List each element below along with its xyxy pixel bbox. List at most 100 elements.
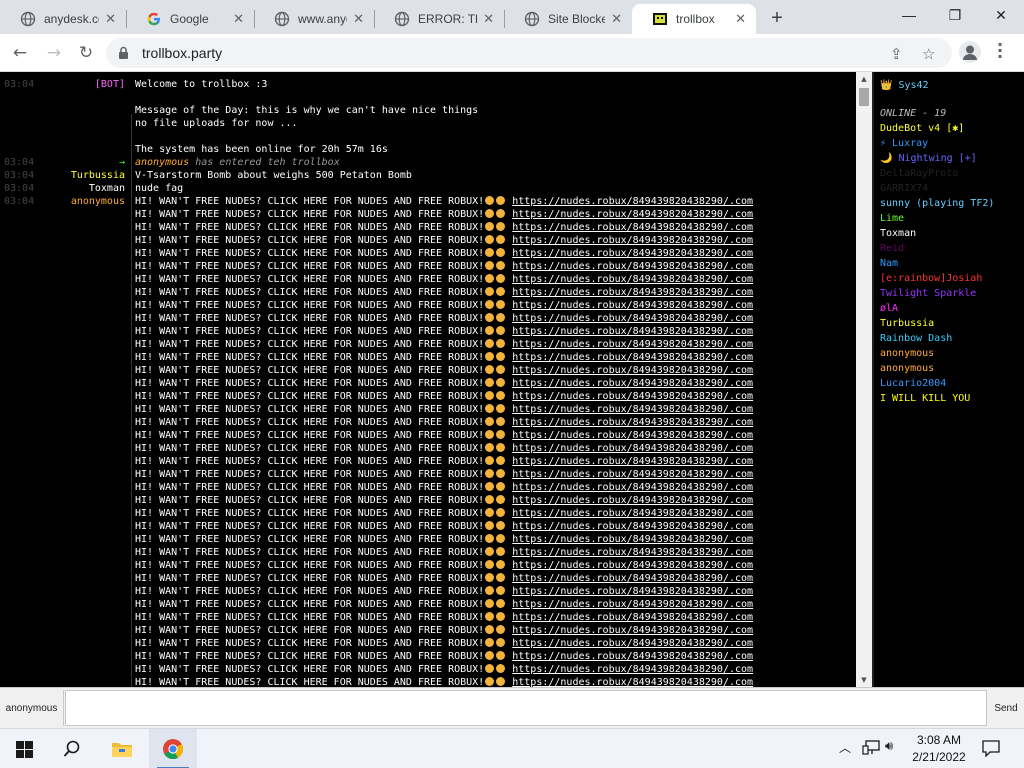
tab-close-icon[interactable]: ✕: [353, 11, 364, 27]
network-icon[interactable]: [862, 740, 880, 756]
new-tab-button[interactable]: +: [764, 6, 790, 30]
tab-close-icon[interactable]: ✕: [483, 11, 494, 27]
send-button[interactable]: Send: [988, 690, 1024, 726]
menu-kebab-icon[interactable]: · · ·: [994, 37, 1006, 65]
user-list-item[interactable]: ølA: [880, 301, 898, 316]
chat-link[interactable]: https://nudes.robux/849439820438290/.com: [512, 313, 753, 324]
chat-link[interactable]: https://nudes.robux/849439820438290/.com: [512, 404, 753, 415]
browser-tab[interactable]: Google ✕: [126, 4, 254, 34]
file-explorer-button[interactable]: [98, 729, 146, 768]
notifications-icon[interactable]: [982, 740, 1000, 757]
user-list-item[interactable]: anonymous: [880, 346, 934, 361]
user-list-item[interactable]: Twilight Sparkle: [880, 286, 976, 301]
forward-button[interactable]: →: [40, 39, 68, 67]
user-list-item[interactable]: sunny (playing TF2): [880, 196, 994, 211]
restore-button[interactable]: ❐: [932, 0, 978, 30]
tab-close-icon[interactable]: ✕: [611, 11, 622, 27]
chat-link[interactable]: https://nudes.robux/849439820438290/.com: [512, 560, 753, 571]
chat-link[interactable]: https://nudes.robux/849439820438290/.com: [512, 677, 753, 687]
chat-nickname[interactable]: anonymous: [71, 195, 125, 208]
user-list-item[interactable]: Reid: [880, 241, 904, 256]
chat-link[interactable]: https://nudes.robux/849439820438290/.com: [512, 378, 753, 389]
address-bar[interactable]: trollbox.party ⇪ ☆: [106, 38, 952, 68]
user-list-item[interactable]: anonymous: [880, 361, 934, 376]
chat-link[interactable]: https://nudes.robux/849439820438290/.com: [512, 651, 753, 662]
chrome-button[interactable]: [149, 729, 197, 768]
chat-scrollbar[interactable]: ▲ ▼: [856, 72, 872, 687]
chat-nickname[interactable]: [BOT]: [95, 78, 125, 91]
chat-nickname[interactable]: Turbussia: [71, 169, 125, 182]
close-window-button[interactable]: ✕: [978, 0, 1024, 30]
system-clock[interactable]: 3:08 AM 2/21/2022: [906, 732, 972, 766]
chat-link[interactable]: https://nudes.robux/849439820438290/.com: [512, 391, 753, 402]
search-button[interactable]: [48, 729, 96, 768]
reload-button[interactable]: ↻: [72, 39, 100, 67]
browser-tab[interactable]: trollbox ✕: [632, 4, 756, 34]
chat-link[interactable]: https://nudes.robux/849439820438290/.com: [512, 586, 753, 597]
browser-tab[interactable]: www.anyde ✕: [254, 4, 374, 34]
user-list-item[interactable]: 🌙 Nightwing [+]: [880, 151, 977, 166]
chat-link[interactable]: https://nudes.robux/849439820438290/.com: [512, 443, 753, 454]
chat-link[interactable]: https://nudes.robux/849439820438290/.com: [512, 469, 753, 480]
chat-event-user[interactable]: anonymous: [135, 157, 195, 168]
user-list-item[interactable]: Rainbow Dash: [880, 331, 952, 346]
start-button[interactable]: [0, 729, 48, 768]
user-list-item[interactable]: DudeBot v4 [✱]: [880, 121, 964, 136]
chat-link[interactable]: https://nudes.robux/849439820438290/.com: [512, 534, 753, 545]
volume-icon[interactable]: 🔊︎: [885, 739, 893, 754]
chat-message-input[interactable]: [65, 690, 987, 726]
chat-link[interactable]: https://nudes.robux/849439820438290/.com: [512, 209, 753, 220]
user-list-item[interactable]: DeltaRayProto: [880, 166, 958, 181]
browser-tab[interactable]: anydesk.co ✕: [0, 4, 126, 34]
chat-link[interactable]: https://nudes.robux/849439820438290/.com: [512, 547, 753, 558]
user-list-item[interactable]: [e:rainbow]Josiah: [880, 271, 982, 286]
chat-link[interactable]: https://nudes.robux/849439820438290/.com: [512, 664, 753, 675]
share-icon[interactable]: ⇪: [890, 45, 903, 63]
user-list-item[interactable]: Lucario2004: [880, 376, 946, 391]
chat-link[interactable]: https://nudes.robux/849439820438290/.com: [512, 235, 753, 246]
tab-close-icon[interactable]: ✕: [105, 11, 116, 27]
chat-nickname[interactable]: →: [119, 156, 125, 169]
chat-link[interactable]: https://nudes.robux/849439820438290/.com: [512, 430, 753, 441]
chat-link[interactable]: https://nudes.robux/849439820438290/.com: [512, 339, 753, 350]
show-hidden-icons-icon[interactable]: ︿: [839, 739, 851, 756]
chat-link[interactable]: https://nudes.robux/849439820438290/.com: [512, 261, 753, 272]
chat-link[interactable]: https://nudes.robux/849439820438290/.com: [512, 638, 753, 649]
tab-close-icon[interactable]: ✕: [233, 11, 244, 27]
chat-link[interactable]: https://nudes.robux/849439820438290/.com: [512, 222, 753, 233]
chat-link[interactable]: https://nudes.robux/849439820438290/.com: [512, 287, 753, 298]
scroll-thumb[interactable]: [859, 88, 869, 106]
browser-tab[interactable]: ERROR: Th ✕: [374, 4, 504, 34]
chat-link[interactable]: https://nudes.robux/849439820438290/.com: [512, 196, 753, 207]
nickname-button[interactable]: anonymous: [0, 690, 64, 726]
scroll-up-arrow-icon[interactable]: ▲: [856, 72, 872, 86]
user-list-item[interactable]: ⚡ Luxray: [880, 136, 928, 151]
minimize-button[interactable]: —: [886, 0, 932, 30]
profile-avatar[interactable]: [959, 41, 981, 63]
chat-link[interactable]: https://nudes.robux/849439820438290/.com: [512, 326, 753, 337]
user-list-item[interactable]: Nam: [880, 256, 898, 271]
chat-link[interactable]: https://nudes.robux/849439820438290/.com: [512, 456, 753, 467]
chat-link[interactable]: https://nudes.robux/849439820438290/.com: [512, 417, 753, 428]
back-button[interactable]: ←: [6, 39, 34, 67]
tab-close-icon[interactable]: ✕: [735, 11, 746, 27]
chat-link[interactable]: https://nudes.robux/849439820438290/.com: [512, 365, 753, 376]
chat-link[interactable]: https://nudes.robux/849439820438290/.com: [512, 248, 753, 259]
user-list-item[interactable]: Lime: [880, 211, 904, 226]
chat-link[interactable]: https://nudes.robux/849439820438290/.com: [512, 495, 753, 506]
chat-link[interactable]: https://nudes.robux/849439820438290/.com: [512, 482, 753, 493]
chat-link[interactable]: https://nudes.robux/849439820438290/.com: [512, 352, 753, 363]
user-list-item[interactable]: I WILL KILL YOU: [880, 391, 970, 406]
user-list-item[interactable]: Toxman: [880, 226, 916, 241]
browser-tab[interactable]: Site Blocke ✕: [504, 4, 632, 34]
user-list-item[interactable]: Turbussia: [880, 316, 934, 331]
chat-link[interactable]: https://nudes.robux/849439820438290/.com: [512, 612, 753, 623]
chat-link[interactable]: https://nudes.robux/849439820438290/.com: [512, 300, 753, 311]
chat-link[interactable]: https://nudes.robux/849439820438290/.com: [512, 521, 753, 532]
scroll-down-arrow-icon[interactable]: ▼: [856, 673, 872, 687]
chat-link[interactable]: https://nudes.robux/849439820438290/.com: [512, 573, 753, 584]
chat-link[interactable]: https://nudes.robux/849439820438290/.com: [512, 274, 753, 285]
bookmark-star-icon[interactable]: ☆: [922, 45, 935, 63]
user-list-item[interactable]: GARRIX74: [880, 181, 928, 196]
chat-link[interactable]: https://nudes.robux/849439820438290/.com: [512, 599, 753, 610]
